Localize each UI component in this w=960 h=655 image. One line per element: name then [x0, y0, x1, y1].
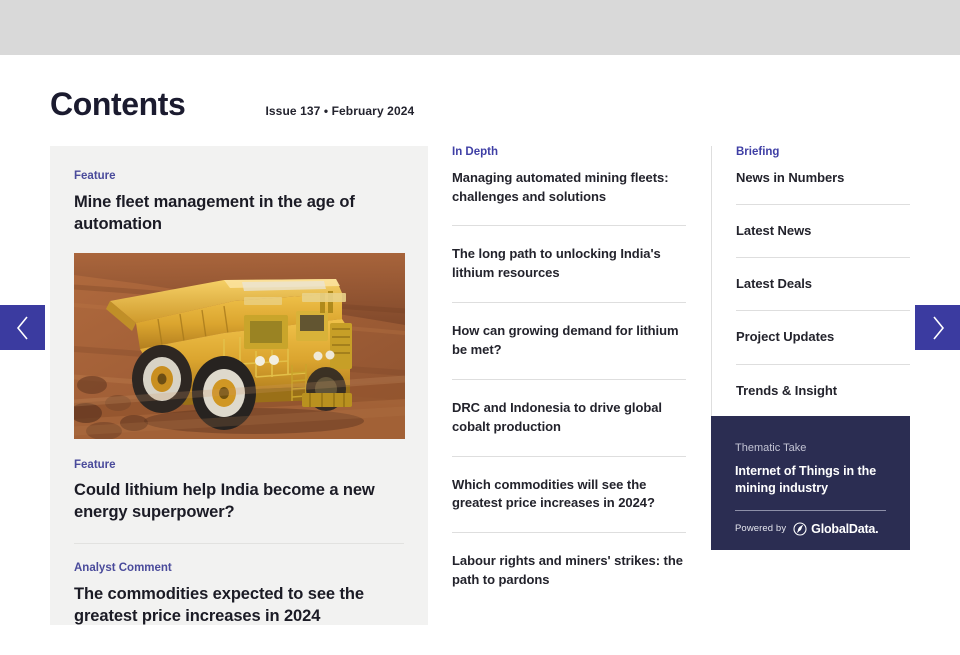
in-depth-kicker: In Depth — [452, 146, 498, 158]
briefing-item[interactable]: Latest Deals — [736, 258, 910, 312]
briefing-kicker: Briefing — [736, 146, 780, 158]
feature-block-1[interactable]: Feature Mine fleet management in the age… — [74, 170, 405, 439]
briefing-item[interactable]: Trends & Insight — [736, 365, 910, 417]
briefing-item[interactable]: Latest News — [736, 205, 910, 259]
in-depth-item[interactable]: How can growing demand for lithium be me… — [452, 303, 686, 380]
contents-page: Contents Issue 137 • February 2024 Featu… — [0, 0, 960, 655]
mining-truck-illustration — [74, 252, 405, 439]
feature-block-3[interactable]: Analyst Comment The commodities expected… — [74, 543, 404, 628]
briefing-item[interactable]: Project Updates — [736, 311, 910, 365]
briefing-item[interactable]: News in Numbers — [736, 169, 910, 205]
feature-card: Feature Mine fleet management in the age… — [50, 146, 428, 625]
in-depth-item[interactable]: The long path to unlocking India's lithi… — [452, 226, 686, 304]
feature-hero-image[interactable] — [74, 252, 405, 439]
chevron-right-icon — [932, 315, 944, 340]
globaldata-mark-icon — [793, 522, 807, 536]
feature-headline: Mine fleet management in the age of auto… — [74, 192, 355, 233]
in-depth-item[interactable]: Which commodities will see the greatest … — [452, 457, 686, 534]
in-depth-item[interactable]: DRC and Indonesia to drive global cobalt… — [452, 380, 686, 457]
thematic-take-card[interactable]: Thematic Take Internet of Things in the … — [711, 416, 910, 550]
feature-kicker: Feature — [74, 170, 116, 182]
feature-headline: The commodities expected to see the grea… — [74, 585, 364, 626]
thematic-take-title: Internet of Things in the mining industr… — [735, 463, 886, 511]
issue-line: Issue 137 • February 2024 — [265, 104, 415, 118]
powered-by-label: Powered by — [735, 523, 787, 535]
in-depth-item[interactable]: Labour rights and miners' strikes: the p… — [452, 533, 686, 609]
page-header: Contents Issue 137 • February 2024 — [50, 88, 414, 120]
thematic-take-kicker: Thematic Take — [735, 442, 807, 454]
prev-page-button[interactable] — [0, 305, 45, 350]
feature-block-2[interactable]: Feature Could lithium help India become … — [74, 459, 404, 525]
feature-headline: Could lithium help India become a new en… — [74, 481, 375, 522]
globaldata-wordmark: GlobalData. — [811, 521, 879, 536]
in-depth-item[interactable]: Managing automated mining fleets: challe… — [452, 169, 686, 227]
feature-kicker: Feature — [74, 458, 116, 471]
chevron-left-icon — [16, 315, 28, 340]
globaldata-logo: GlobalData. — [793, 521, 879, 536]
feature-kicker: Analyst Comment — [74, 562, 172, 575]
top-band — [0, 0, 960, 55]
page-title: Contents — [50, 86, 186, 122]
in-depth-column: In Depth Managing automated mining fleet… — [452, 146, 686, 609]
powered-by-row: Powered by GlobalData. — [735, 522, 886, 536]
next-page-button[interactable] — [915, 305, 960, 350]
briefing-column: Briefing News in Numbers Latest News Lat… — [711, 146, 910, 417]
